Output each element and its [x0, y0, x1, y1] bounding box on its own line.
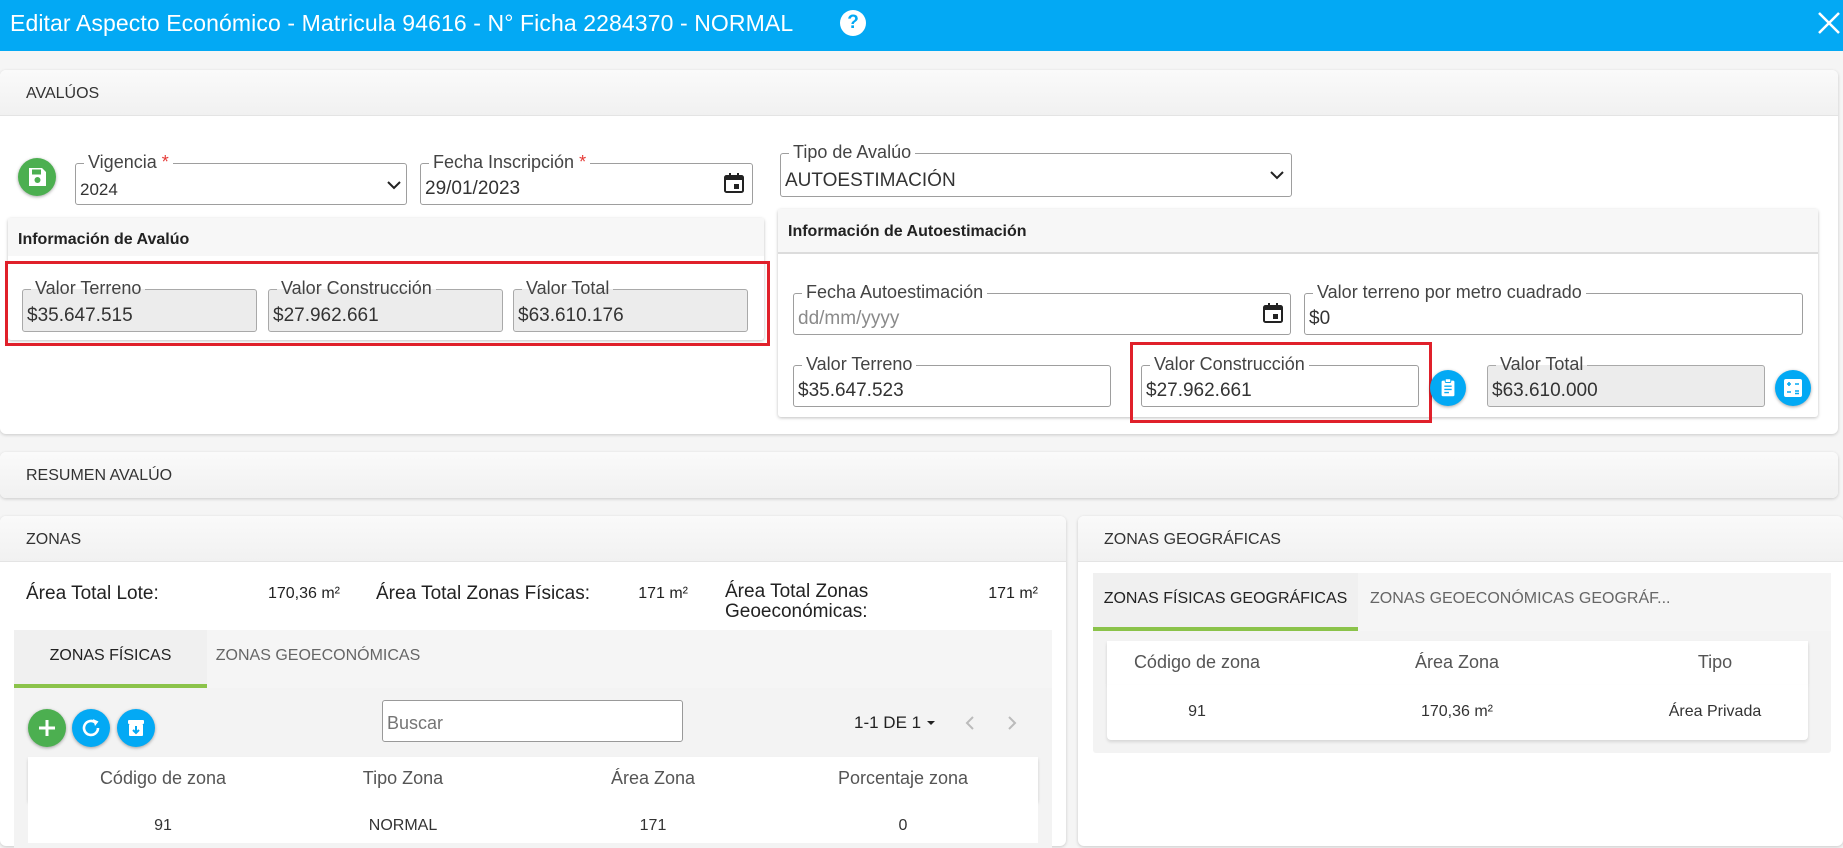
cell-codigo: 91 — [1188, 703, 1206, 720]
auto-valor-total-field: Valor Total $63.610.000 — [1487, 354, 1765, 407]
cell-codigo: 91 — [154, 817, 172, 834]
help-icon[interactable]: ? — [840, 10, 866, 36]
calculator-button[interactable] — [1775, 370, 1811, 406]
zonas-geo-table-header: Código de zona Área Zona Tipo — [1107, 641, 1808, 685]
area-total-geo-label-1: Área Total Zonas — [725, 581, 869, 602]
add-zone-button[interactable] — [28, 709, 66, 747]
avaluos-title: AVALÚOS — [26, 85, 100, 102]
tab-zonas-fisicas[interactable]: ZONAS FÍSICAS — [14, 630, 207, 688]
info-avaluo-title: Información de Avalúo — [18, 231, 190, 248]
zonas-table-header: Código de zona Tipo Zona Área Zona Porce… — [28, 757, 1038, 801]
fecha-inscripcion-field[interactable]: Fecha Inscripción * 29/01/2023 — [420, 152, 753, 205]
clipboard-button[interactable] — [1430, 370, 1466, 406]
pagination-label[interactable]: 1-1 DE 1 — [854, 713, 936, 733]
caret-down-icon — [926, 721, 935, 725]
area-total-lote-label: Área Total Lote: — [26, 583, 159, 604]
plus-icon — [39, 720, 55, 736]
dialog-title: Editar Aspecto Económico - Matricula 946… — [10, 10, 794, 36]
table-row[interactable]: 91 170,36 m² Área Privada — [1107, 685, 1808, 740]
chevron-down-icon — [1270, 171, 1284, 180]
highlight-box — [5, 261, 770, 346]
fecha-autoestimacion-placeholder: dd/mm/yyyy — [798, 308, 900, 329]
vigencia-value: 2024 — [80, 180, 118, 199]
auto-valor-terreno-value: $35.647.523 — [798, 380, 904, 401]
vigencia-select[interactable]: Vigencia * 2024 — [75, 152, 407, 205]
auto-valor-total-value: $63.610.000 — [1492, 380, 1598, 401]
resumen-card: RESUMEN AVALÚO — [0, 452, 1838, 498]
area-total-lote-value: 170,36 m² — [267, 585, 340, 602]
calendar-icon[interactable] — [1261, 301, 1285, 325]
area-total-fisicas-value: 171 m² — [638, 585, 688, 602]
vigencia-label: Vigencia * — [84, 152, 173, 172]
auto-valor-terreno-label: Valor Terreno — [802, 354, 917, 374]
column-header[interactable]: Código de zona — [38, 768, 288, 789]
calculator-icon — [1784, 379, 1802, 397]
fecha-inscripcion-value: 29/01/2023 — [425, 178, 521, 199]
auto-valor-terreno-field[interactable]: Valor Terreno $35.647.523 — [793, 354, 1111, 407]
valor-terreno-m2-field[interactable]: Valor terreno por metro cuadrado $0 — [1304, 282, 1803, 335]
close-icon[interactable] — [1815, 6, 1843, 38]
column-header[interactable]: Tipo Zona — [278, 768, 528, 789]
valor-terreno-m2-label: Valor terreno por metro cuadrado — [1313, 282, 1586, 302]
valor-terreno-m2-value: $0 — [1309, 308, 1331, 329]
search-input[interactable] — [382, 700, 683, 742]
column-header[interactable]: Porcentaje zona — [778, 768, 1028, 789]
cell-porcentaje: 0 — [898, 817, 908, 834]
area-total-geo-label-2: Geoeconómicas: — [725, 601, 868, 622]
highlight-box — [1130, 342, 1432, 423]
resumen-header[interactable]: RESUMEN AVALÚO — [0, 452, 1838, 498]
resumen-title: RESUMEN AVALÚO — [26, 467, 173, 484]
archive-button[interactable] — [117, 709, 155, 747]
zonas-title: ZONAS — [26, 531, 82, 548]
info-autoestimacion-title: Información de Autoestimación — [788, 223, 1027, 240]
column-header[interactable]: Código de zona — [1107, 652, 1287, 673]
chevron-right-icon[interactable] — [1004, 715, 1020, 731]
fecha-autoestimacion-label: Fecha Autoestimación — [802, 282, 988, 302]
tab-zonas-geoeconomicas-geograficas[interactable]: ZONAS GEOECONÓMICAS GEOGRÁF... — [1358, 573, 1673, 631]
tab-zonas-geoeconomicas[interactable]: ZONAS GEOECONÓMICAS — [207, 630, 429, 688]
tipo-avaluo-select[interactable]: Tipo de Avalúo AUTOESTIMACIÓN — [780, 142, 1292, 197]
archive-download-icon — [128, 720, 144, 736]
auto-valor-total-label: Valor Total — [1496, 354, 1588, 374]
cell-area: 171 — [639, 817, 667, 834]
tipo-avaluo-value: AUTOESTIMACIÓN — [785, 170, 956, 191]
area-total-fisicas-label: Área Total Zonas Físicas: — [376, 583, 591, 604]
zonas-geo-header: ZONAS GEOGRÁFICAS — [1078, 516, 1843, 562]
dialog-header: Editar Aspecto Económico - Matricula 946… — [0, 0, 1843, 51]
info-autoestimacion-header: Información de Autoestimación — [778, 209, 1818, 254]
column-header[interactable]: Tipo — [1625, 652, 1805, 673]
fecha-inscripcion-label: Fecha Inscripción * — [429, 152, 591, 172]
cell-area: 170,36 m² — [1420, 703, 1494, 720]
tipo-avaluo-label: Tipo de Avalúo — [789, 142, 916, 162]
fecha-autoestimacion-field[interactable]: Fecha Autoestimación dd/mm/yyyy — [793, 282, 1291, 335]
column-header[interactable]: Área Zona — [528, 768, 778, 789]
cell-tipo: Área Privada — [1668, 703, 1762, 720]
zonas-header: ZONAS — [0, 516, 1066, 562]
zonas-geo-title: ZONAS GEOGRÁFICAS — [1104, 531, 1281, 548]
area-total-geo-value: 171 m² — [988, 585, 1038, 602]
chevron-left-icon[interactable] — [962, 715, 978, 731]
tab-zonas-fisicas-geograficas[interactable]: ZONAS FÍSICAS GEOGRÁFICAS — [1093, 573, 1358, 631]
info-avaluo-header: Información de Avalúo — [8, 218, 764, 256]
refresh-icon — [82, 719, 100, 737]
save-button[interactable] — [18, 158, 56, 196]
avaluos-header: AVALÚOS — [0, 70, 1838, 116]
clipboard-icon — [1441, 378, 1455, 397]
refresh-button[interactable] — [72, 709, 110, 747]
chevron-down-icon — [387, 181, 401, 190]
floppy-disk-icon — [29, 168, 46, 186]
cell-tipo: NORMAL — [368, 817, 438, 834]
calendar-icon[interactable] — [722, 171, 746, 195]
table-row[interactable]: 91 NORMAL 171 0 — [28, 801, 1038, 843]
column-header[interactable]: Área Zona — [1367, 652, 1547, 673]
